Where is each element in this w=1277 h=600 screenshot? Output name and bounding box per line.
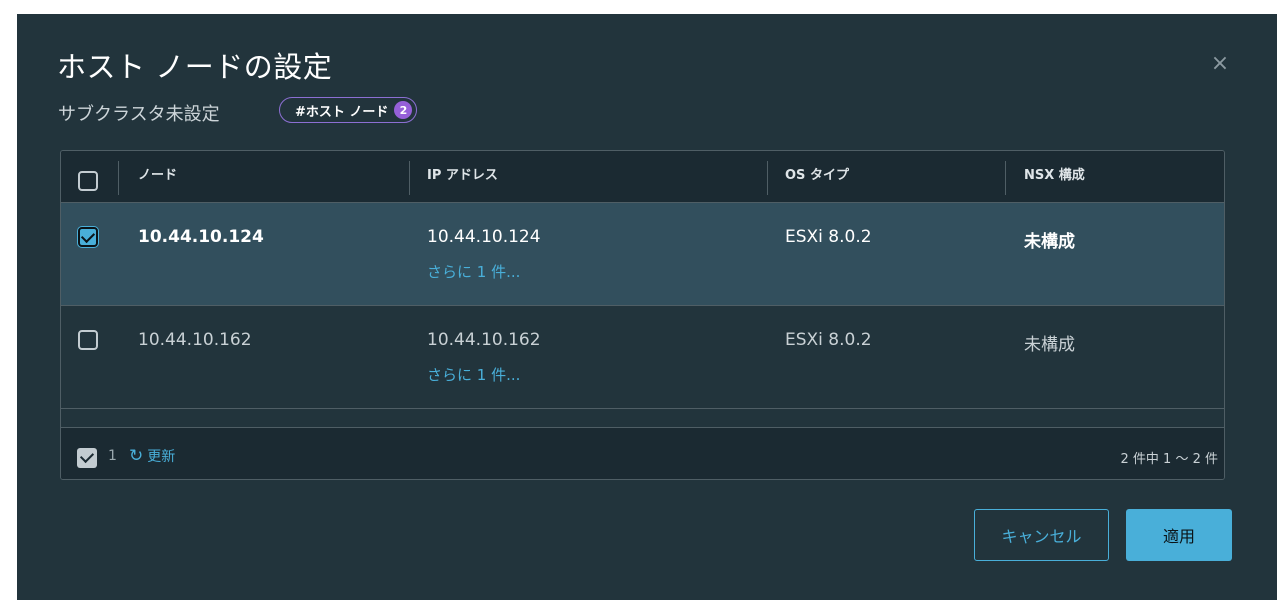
refresh-label: 更新: [147, 449, 176, 465]
selected-count: 1: [108, 448, 117, 464]
dialog-subtitle: サブクラスタ未設定: [58, 104, 220, 125]
select-all-checkbox[interactable]: [78, 171, 98, 191]
ip-cell: 10.44.10.162: [427, 330, 541, 350]
close-icon[interactable]: ×: [1210, 53, 1230, 75]
tag-count-badge: 2: [394, 101, 413, 119]
datagrid-header: ノード IP アドレス OS タイプ NSX 構成: [61, 151, 1224, 203]
more-ips-link[interactable]: さらに 1 件...: [427, 364, 520, 385]
table-row[interactable]: 10.44.10.162 10.44.10.162 さらに 1 件... ESX…: [61, 306, 1224, 409]
host-node-settings-dialog: ホスト ノードの設定 × サブクラスタ未設定 #ホスト ノード 2 ノード IP…: [17, 14, 1277, 600]
datagrid-footer: 1 ↻ 更新 2 件中 1 ～ 2 件: [61, 428, 1224, 479]
datagrid-filler: [61, 410, 1224, 428]
column-header-ip[interactable]: IP アドレス: [427, 151, 498, 203]
host-node-tag: #ホスト ノード 2: [279, 97, 418, 123]
cancel-button[interactable]: キャンセル: [974, 509, 1109, 561]
os-type-cell: ESXi 8.0.2: [785, 227, 872, 247]
selection-checkbox-icon: [77, 448, 97, 468]
column-separator: [1005, 161, 1006, 195]
pagination-summary: 2 件中 1 ～ 2 件: [1120, 452, 1218, 467]
column-separator: [767, 161, 768, 195]
apply-button[interactable]: 適用: [1126, 509, 1232, 561]
column-header-nsx-config[interactable]: NSX 構成: [1024, 151, 1085, 203]
row-checkbox[interactable]: [78, 330, 98, 350]
table-row[interactable]: 10.44.10.124 10.44.10.124 さらに 1 件... ESX…: [61, 203, 1224, 306]
tag-label: #ホスト ノード: [295, 104, 389, 120]
column-header-os-type[interactable]: OS タイプ: [785, 151, 849, 203]
dialog-title: ホスト ノードの設定: [57, 50, 333, 84]
node-datagrid: ノード IP アドレス OS タイプ NSX 構成 10.44.10.124 1…: [60, 150, 1225, 480]
nsx-config-cell: 未構成: [1024, 232, 1075, 252]
column-separator: [118, 161, 119, 195]
refresh-icon: ↻: [129, 446, 144, 466]
column-separator: [409, 161, 410, 195]
os-type-cell: ESXi 8.0.2: [785, 330, 872, 350]
column-header-node[interactable]: ノード: [138, 151, 177, 203]
ip-cell: 10.44.10.124: [427, 227, 541, 247]
node-cell: 10.44.10.162: [138, 330, 252, 350]
refresh-button[interactable]: ↻ 更新: [129, 446, 175, 466]
nsx-config-cell: 未構成: [1024, 335, 1075, 355]
node-cell: 10.44.10.124: [138, 227, 264, 247]
row-checkbox[interactable]: [78, 227, 98, 247]
more-ips-link[interactable]: さらに 1 件...: [427, 261, 520, 282]
